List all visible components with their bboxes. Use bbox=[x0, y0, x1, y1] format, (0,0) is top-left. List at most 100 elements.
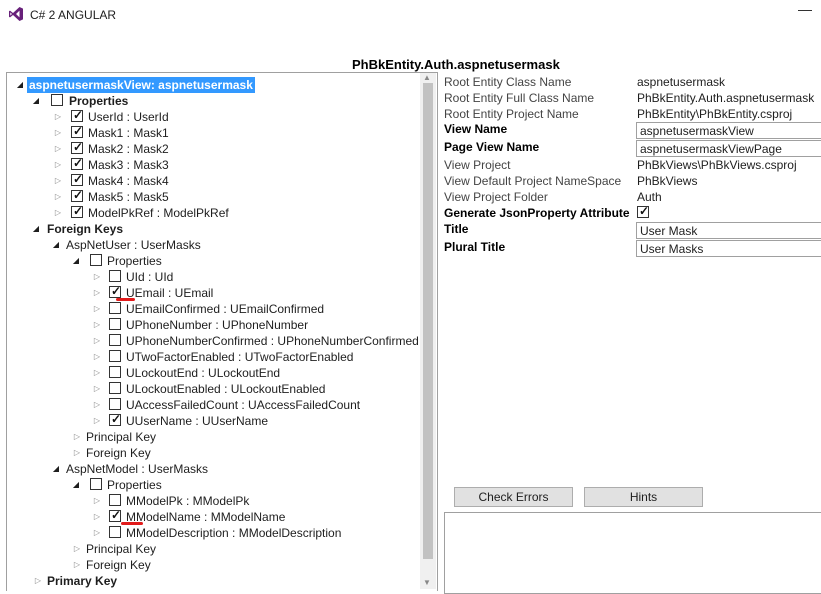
collapsed-arrow-icon[interactable]: ▷ bbox=[33, 573, 43, 589]
collapsed-arrow-icon[interactable]: ▷ bbox=[92, 285, 102, 301]
property-checkbox[interactable] bbox=[109, 366, 121, 378]
tree-root-label[interactable]: aspnetusermaskView: aspnetusermask bbox=[27, 77, 255, 93]
collapsed-arrow-icon[interactable]: ▷ bbox=[53, 141, 63, 157]
collapsed-arrow-icon[interactable]: ▷ bbox=[92, 333, 102, 349]
collapsed-arrow-icon[interactable]: ▷ bbox=[72, 541, 82, 557]
collapsed-arrow-icon[interactable]: ▷ bbox=[53, 125, 63, 141]
view-name-input[interactable] bbox=[636, 122, 821, 139]
tree-property-row[interactable]: ▷ UId : UId bbox=[7, 269, 421, 285]
collapsed-arrow-icon[interactable]: ▷ bbox=[92, 349, 102, 365]
errors-output-box[interactable] bbox=[444, 512, 821, 594]
tree-property-row[interactable]: ▷ ✓ MModelName : MModelName bbox=[7, 508, 421, 525]
collapsed-arrow-icon[interactable]: ▷ bbox=[92, 493, 102, 509]
collapsed-arrow-icon[interactable]: ▷ bbox=[92, 365, 102, 381]
tree-property-row[interactable]: ▷ ULockoutEnd : ULockoutEnd bbox=[7, 365, 421, 381]
plural-title-input[interactable] bbox=[636, 240, 821, 257]
tree-node-fk2-properties[interactable]: ◢ Properties bbox=[7, 477, 421, 493]
collapsed-arrow-icon[interactable]: ▷ bbox=[53, 109, 63, 125]
title-input[interactable] bbox=[636, 222, 821, 239]
collapsed-arrow-icon[interactable]: ▷ bbox=[92, 301, 102, 317]
tree-node-aspnetuser[interactable]: ◢ AspNetUser : UserMasks bbox=[7, 237, 421, 253]
tree-property-row[interactable]: ▷ ✓ UUserName : UUserName bbox=[7, 412, 421, 429]
collapsed-arrow-icon[interactable]: ▷ bbox=[53, 189, 63, 205]
tree-root-row[interactable]: ◢ aspnetusermaskView: aspnetusermask bbox=[7, 77, 421, 93]
tree-property-row[interactable]: ▷ ✓ Mask5 : Mask5 bbox=[7, 188, 421, 205]
scrollbar-thumb[interactable] bbox=[423, 83, 433, 559]
tree-property-row[interactable]: ▷ MModelPk : MModelPk bbox=[7, 493, 421, 509]
collapsed-arrow-icon[interactable]: ▷ bbox=[53, 205, 63, 221]
tree-property-row[interactable]: ▷ ✓ Mask2 : Mask2 bbox=[7, 140, 421, 157]
check-errors-button[interactable]: Check Errors bbox=[454, 487, 573, 507]
tree-property-row[interactable]: ▷ MModelDescription : MModelDescription bbox=[7, 525, 421, 541]
collapsed-arrow-icon[interactable]: ▷ bbox=[92, 269, 102, 285]
hints-button[interactable]: Hints bbox=[584, 487, 703, 507]
collapsed-arrow-icon[interactable]: ▷ bbox=[53, 157, 63, 173]
tree-node-principal-key[interactable]: ▷ Principal Key bbox=[7, 429, 421, 445]
tree-property-row[interactable]: ▷ ✓ UserId : UserId bbox=[7, 108, 421, 125]
expanded-arrow-icon[interactable]: ◢ bbox=[31, 221, 41, 237]
tree-node-foreign-keys[interactable]: ◢ Foreign Keys bbox=[7, 221, 421, 237]
expanded-arrow-icon[interactable]: ◢ bbox=[51, 461, 61, 477]
property-checkbox[interactable]: ✓ bbox=[71, 204, 83, 218]
property-checkbox[interactable]: ✓ bbox=[109, 508, 121, 522]
property-checkbox[interactable] bbox=[109, 334, 121, 346]
property-checkbox[interactable] bbox=[109, 398, 121, 410]
property-checkbox[interactable]: ✓ bbox=[71, 156, 83, 170]
tree-property-row[interactable]: ▷ UAccessFailedCount : UAccessFailedCoun… bbox=[7, 397, 421, 413]
tree-node-primary-key[interactable]: ▷ Primary Key bbox=[7, 573, 421, 589]
property-checkbox[interactable]: ✓ bbox=[71, 108, 83, 122]
scroll-up-arrow-icon[interactable]: ▲ bbox=[423, 73, 431, 82]
tree-node-aspnetmodel[interactable]: ◢ AspNetModel : UserMasks bbox=[7, 461, 421, 477]
tree-node-fk1-properties[interactable]: ◢ Properties bbox=[7, 253, 421, 269]
property-checkbox[interactable] bbox=[109, 350, 121, 362]
expanded-arrow-icon[interactable]: ◢ bbox=[31, 93, 41, 109]
tree-property-row[interactable]: ▷ UPhoneNumber : UPhoneNumber bbox=[7, 317, 421, 333]
tree-property-row[interactable]: ▷ ✓ Mask3 : Mask3 bbox=[7, 156, 421, 173]
scroll-down-arrow-icon[interactable]: ▼ bbox=[423, 578, 431, 587]
property-checkbox[interactable]: ✓ bbox=[71, 124, 83, 138]
tree-property-row[interactable]: ▷ UEmailConfirmed : UEmailConfirmed bbox=[7, 301, 421, 317]
collapsed-arrow-icon[interactable]: ▷ bbox=[72, 557, 82, 573]
collapsed-arrow-icon[interactable]: ▷ bbox=[72, 445, 82, 461]
tree-node-foreign-key[interactable]: ▷ Foreign Key bbox=[7, 445, 421, 461]
properties-checkbox[interactable] bbox=[90, 478, 102, 490]
tree-property-row[interactable]: ▷ ✓ Mask1 : Mask1 bbox=[7, 124, 421, 141]
properties-checkbox[interactable] bbox=[90, 254, 102, 266]
collapsed-arrow-icon[interactable]: ▷ bbox=[92, 525, 102, 541]
property-checkbox[interactable]: ✓ bbox=[71, 140, 83, 154]
tree-property-row[interactable]: ▷ ✓ UEmail : UEmail bbox=[7, 284, 421, 301]
collapsed-arrow-icon[interactable]: ▷ bbox=[53, 173, 63, 189]
collapsed-arrow-icon[interactable]: ▷ bbox=[92, 509, 102, 525]
entity-tree[interactable]: ◢ aspnetusermaskView: aspnetusermask ◢ P… bbox=[6, 72, 438, 591]
collapsed-arrow-icon[interactable]: ▷ bbox=[92, 381, 102, 397]
tree-property-row[interactable]: ▷ ✓ Mask4 : Mask4 bbox=[7, 172, 421, 189]
property-checkbox[interactable] bbox=[109, 318, 121, 330]
tree-property-row[interactable]: ▷ ✓ ModelPkRef : ModelPkRef bbox=[7, 204, 421, 221]
property-checkbox[interactable] bbox=[109, 382, 121, 394]
tree-vertical-scrollbar[interactable]: ▲ ▼ bbox=[420, 73, 436, 589]
expanded-arrow-icon[interactable]: ◢ bbox=[51, 237, 61, 253]
property-checkbox[interactable] bbox=[109, 270, 121, 282]
minimize-button[interactable]: — bbox=[795, 2, 815, 22]
page-view-name-input[interactable] bbox=[636, 140, 821, 157]
property-checkbox[interactable]: ✓ bbox=[71, 172, 83, 186]
expanded-arrow-icon[interactable]: ◢ bbox=[71, 253, 81, 269]
tree-property-row[interactable]: ▷ ULockoutEnabled : ULockoutEnabled bbox=[7, 381, 421, 397]
expanded-arrow-icon[interactable]: ◢ bbox=[71, 477, 81, 493]
tree-node-properties[interactable]: ◢ Properties bbox=[7, 93, 421, 109]
collapsed-arrow-icon[interactable]: ▷ bbox=[92, 397, 102, 413]
tree-node-foreign-key[interactable]: ▷ Foreign Key bbox=[7, 557, 421, 573]
expanded-arrow-icon[interactable]: ◢ bbox=[15, 77, 25, 93]
collapsed-arrow-icon[interactable]: ▷ bbox=[92, 413, 102, 429]
property-checkbox[interactable] bbox=[109, 302, 121, 314]
properties-checkbox[interactable] bbox=[51, 94, 63, 106]
tree-node-principal-key[interactable]: ▷ Principal Key bbox=[7, 541, 421, 557]
property-checkbox[interactable]: ✓ bbox=[109, 284, 121, 298]
property-checkbox[interactable]: ✓ bbox=[109, 412, 121, 426]
generate-json-checkbox[interactable]: ✓ bbox=[637, 204, 649, 218]
tree-property-row[interactable]: ▷ UTwoFactorEnabled : UTwoFactorEnabled bbox=[7, 349, 421, 365]
tree-property-row[interactable]: ▷ UPhoneNumberConfirmed : UPhoneNumberCo… bbox=[7, 333, 421, 349]
property-checkbox[interactable] bbox=[109, 526, 121, 538]
property-checkbox[interactable]: ✓ bbox=[71, 188, 83, 202]
collapsed-arrow-icon[interactable]: ▷ bbox=[72, 429, 82, 445]
